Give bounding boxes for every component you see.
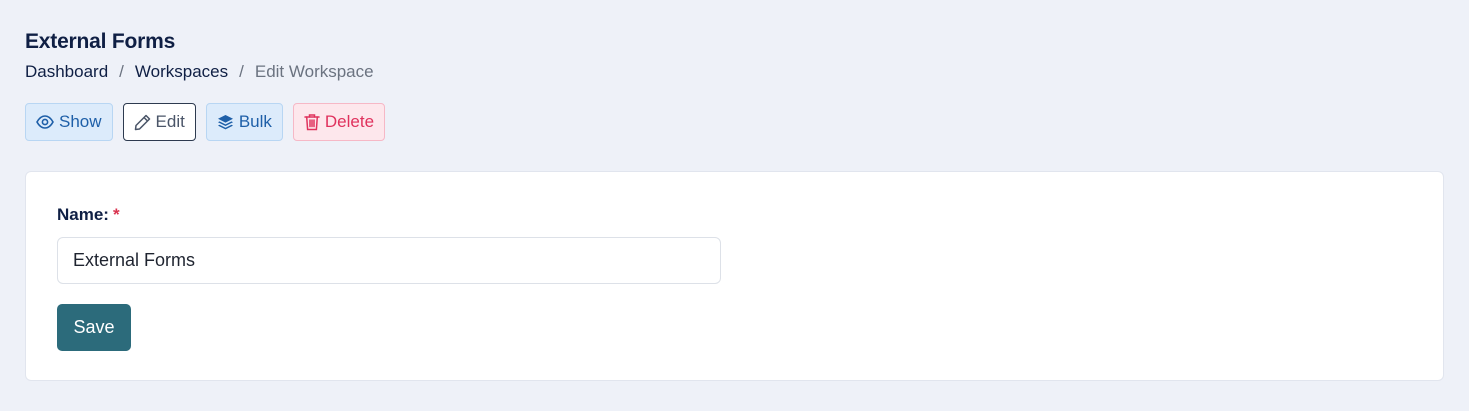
show-button[interactable]: Show: [25, 103, 113, 141]
breadcrumb-workspaces[interactable]: Workspaces: [135, 62, 228, 82]
delete-button[interactable]: Delete: [292, 103, 386, 141]
page-title: External Forms: [25, 30, 176, 53]
breadcrumb-current: Edit Workspace: [254, 62, 374, 81]
name-label-text: Name:: [57, 205, 109, 224]
breadcrumb: Dashboard / Workspaces / Edit Workspace: [25, 62, 374, 82]
bulk-button-label: Bulk: [238, 112, 272, 131]
eye-icon: [36, 115, 54, 129]
action-toolbar: Show Edit Bulk Delete: [25, 103, 386, 141]
bulk-button[interactable]: Bulk: [205, 103, 283, 141]
page: External Forms Dashboard / Workspaces / …: [0, 0, 1469, 411]
required-marker: *: [112, 205, 120, 224]
edit-button[interactable]: Edit: [122, 103, 196, 141]
save-button[interactable]: Save: [57, 304, 131, 351]
layers-icon: [217, 114, 234, 130]
show-button-label: Show: [59, 112, 102, 131]
trash-icon: [304, 113, 320, 131]
breadcrumb-separator: /: [239, 62, 244, 81]
edit-workspace-form: Name:* Save: [25, 171, 1444, 381]
pencil-icon: [134, 114, 151, 131]
name-field-label: Name: *: [57, 205, 120, 225]
breadcrumb-dashboard[interactable]: Dashboard: [25, 62, 108, 82]
breadcrumb-separator: /: [119, 62, 124, 81]
name-input[interactable]: [57, 237, 721, 284]
edit-button-label: Edit: [155, 112, 185, 131]
delete-button-label: Delete: [324, 112, 375, 131]
